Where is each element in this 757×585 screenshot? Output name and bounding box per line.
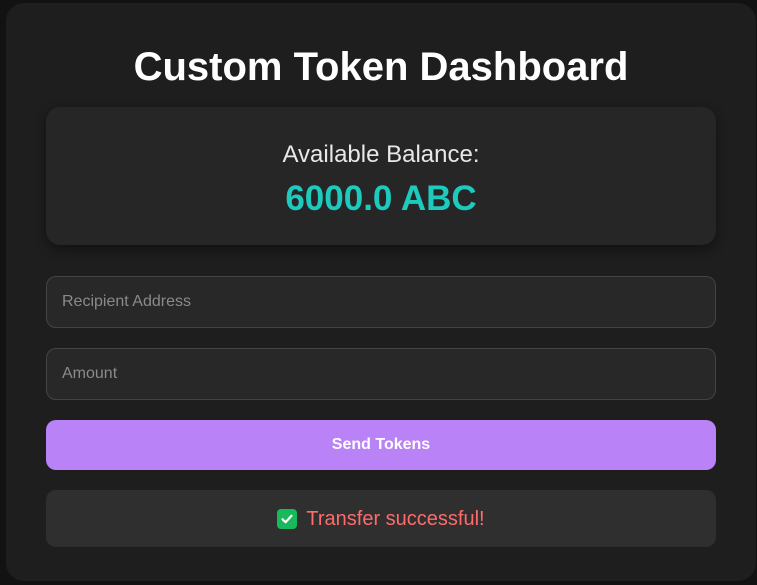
balance-value: 6000.0 ABC bbox=[285, 179, 477, 218]
send-tokens-button[interactable]: Send Tokens bbox=[46, 420, 716, 470]
dashboard-panel: Custom Token Dashboard Available Balance… bbox=[6, 3, 756, 581]
balance-card: Available Balance: 6000.0 ABC bbox=[46, 107, 716, 245]
amount-input[interactable] bbox=[46, 348, 716, 400]
balance-label: Available Balance: bbox=[282, 141, 480, 168]
page-title: Custom Token Dashboard bbox=[133, 45, 629, 89]
status-text: Transfer successful! bbox=[306, 507, 485, 530]
recipient-address-input[interactable] bbox=[46, 276, 716, 328]
status-message-box: Transfer successful! bbox=[46, 490, 716, 547]
check-icon bbox=[277, 508, 298, 529]
